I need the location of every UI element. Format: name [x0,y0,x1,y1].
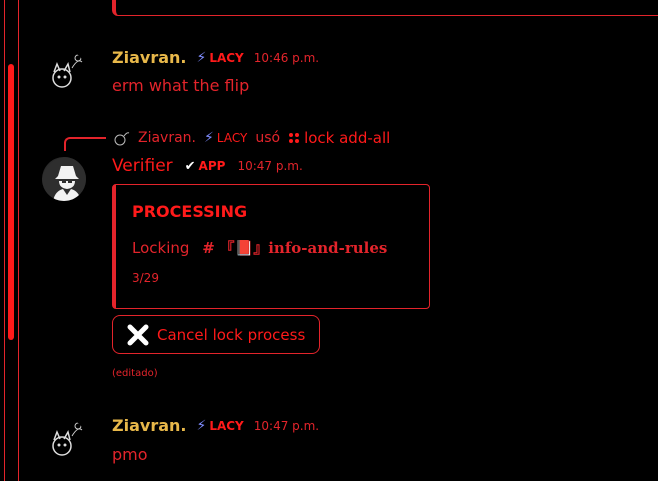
verifier-avatar[interactable] [42,157,86,201]
embed-card: PROCESSING Locking # 『📕』info-and-rules 3… [112,184,430,309]
spy-avatar-icon [42,157,86,201]
reply-connector [64,137,106,151]
username[interactable]: Ziavran. [112,48,186,67]
embed-description: Locking # 『📕』info-and-rules [132,237,387,258]
avatar-sketch-icon [42,50,86,94]
channel-mention[interactable]: 『📕』info-and-rules [220,239,388,257]
channel-hash-icon: # [202,239,215,257]
gutter-line-right [18,0,19,481]
reply-username[interactable]: Ziavran. [138,130,196,146]
embed-footer: 3/29 [132,271,159,285]
message-header: Verifier ✔ APP 10:47 p.m. [112,156,303,176]
reply-action: usó [255,130,281,146]
username[interactable]: Ziavran. [112,416,186,435]
timestamp: 10:46 p.m. [253,50,320,65]
cross-icon [127,324,149,345]
embed-title: PROCESSING [132,202,248,221]
timestamp: 10:47 p.m. [253,418,320,433]
reply-tag-label: LACY [216,131,248,145]
app-command-icon [289,133,300,143]
message-header: Ziavran. ⚡ LACY 10:47 p.m. [112,416,319,435]
reply-preview[interactable]: Ziavran. ⚡ LACY usó lock add-all [112,129,390,147]
checkmark-icon: ✔ [184,158,196,174]
message-text: erm what the flip [112,76,250,95]
reply-guild-tag: ⚡ LACY [204,130,247,146]
avatar-sketch-icon [42,418,86,462]
timestamp: 10:47 p.m. [237,159,303,173]
cancel-lock-label: Cancel lock process [157,325,306,344]
message-header: Ziavran. ⚡ LACY 10:46 p.m. [112,48,319,67]
guild-tag[interactable]: ⚡ LACY [196,50,243,66]
bolt-icon: ⚡ [196,417,207,434]
reply-avatar-icon [114,132,130,146]
message-text: pmo [112,445,148,464]
edited-indicator: (editado) [112,368,158,379]
avatar[interactable] [42,418,86,462]
embed-description-prefix: Locking [132,239,190,257]
gutter-line-left [4,0,5,481]
app-badge-label: APP [198,159,226,173]
bolt-icon: ⚡ [196,49,207,66]
previous-embed [112,0,658,16]
username[interactable]: Verifier [112,156,173,176]
guild-tag[interactable]: ⚡ LACY [196,418,243,434]
tag-label: LACY [209,418,244,433]
avatar[interactable] [42,50,86,94]
command-name: lock add-all [304,129,391,147]
scrollbar-thumb[interactable] [8,64,14,340]
tag-label: LACY [209,50,244,65]
app-badge: ✔ APP [185,159,226,174]
cancel-lock-button[interactable]: Cancel lock process [112,315,320,354]
bolt-icon: ⚡ [204,130,214,146]
slash-command[interactable]: lock add-all [288,129,390,147]
